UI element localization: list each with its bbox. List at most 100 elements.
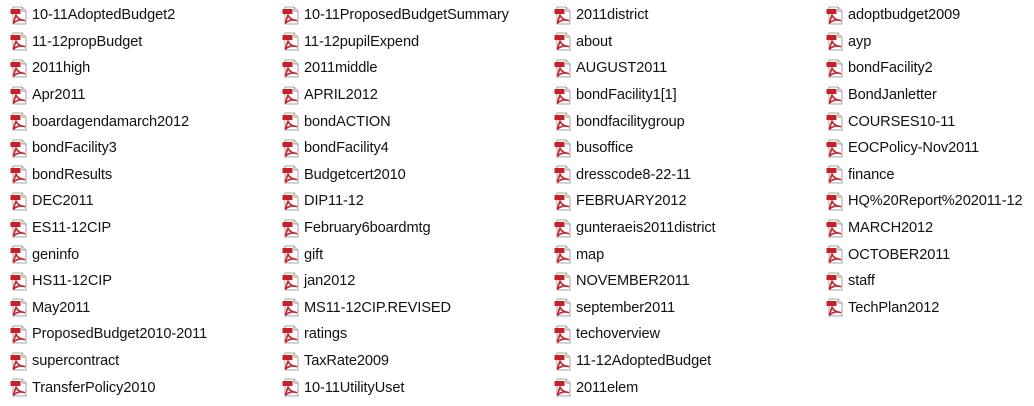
file-item[interactable]: TransferPolicy2010 — [10, 374, 282, 401]
file-name: AUGUST2011 — [576, 60, 668, 77]
file-item[interactable]: 10-11UtilityUset — [282, 374, 554, 401]
file-item[interactable]: OCTOBER2011 — [826, 241, 1030, 268]
file-item[interactable]: 2011district — [554, 2, 826, 29]
file-item[interactable]: gift — [282, 241, 554, 268]
file-name: about — [576, 33, 613, 50]
file-name: adoptbudget2009 — [848, 7, 961, 24]
file-name: FEBRUARY2012 — [576, 193, 687, 210]
pdf-file-icon — [10, 192, 27, 211]
pdf-file-icon — [554, 6, 571, 25]
pdf-file-icon — [554, 298, 571, 317]
file-item[interactable]: dresscode8-22-11 — [554, 162, 826, 189]
file-item[interactable]: ProposedBudget2010-2011 — [10, 321, 282, 348]
file-name: Apr2011 — [32, 87, 86, 104]
file-item[interactable]: ES11-12CIP — [10, 215, 282, 242]
file-item[interactable]: busoffice — [554, 135, 826, 162]
file-item[interactable]: May2011 — [10, 295, 282, 322]
file-item[interactable]: HQ%20Report%202011-12 — [826, 188, 1030, 215]
file-name: OCTOBER2011 — [848, 246, 951, 263]
file-item[interactable]: bondFacility1[1] — [554, 82, 826, 109]
file-item[interactable]: DIP11-12 — [282, 188, 554, 215]
pdf-file-icon — [282, 86, 299, 104]
pdf-file-icon — [282, 6, 299, 25]
file-item[interactable]: bondfacilitygroup — [554, 108, 826, 135]
file-item[interactable]: ratings — [282, 321, 554, 348]
file-item[interactable]: finance — [826, 162, 1030, 189]
file-item[interactable]: FEBRUARY2012 — [554, 188, 826, 215]
file-item[interactable]: MS11-12CIP.REVISED — [282, 295, 554, 322]
file-name: 11-12AdoptedBudget — [576, 353, 712, 370]
file-item[interactable]: Budgetcert2010 — [282, 162, 554, 189]
file-item[interactable]: adoptbudget2009 — [826, 2, 1030, 29]
file-item[interactable]: bondFacility3 — [10, 135, 282, 162]
file-item[interactable]: NOVEMBER2011 — [554, 268, 826, 295]
file-name: 2011high — [32, 60, 91, 77]
file-item[interactable]: 2011elem — [554, 374, 826, 401]
file-item[interactable]: bondFacility2 — [826, 55, 1030, 82]
file-name: busoffice — [576, 140, 634, 157]
file-item[interactable]: 11-12propBudget — [10, 29, 282, 56]
file-name: gift — [304, 246, 324, 263]
file-item[interactable]: DEC2011 — [10, 188, 282, 215]
pdf-file-icon — [10, 219, 27, 237]
file-item[interactable]: jan2012 — [282, 268, 554, 295]
file-name: DIP11-12 — [304, 193, 364, 210]
pdf-file-icon — [282, 352, 299, 370]
file-name: september2011 — [576, 299, 676, 316]
file-item[interactable]: 2011high — [10, 55, 282, 82]
file-item[interactable]: bondResults — [10, 162, 282, 189]
pdf-file-icon — [554, 245, 571, 264]
file-item[interactable]: bondACTION — [282, 108, 554, 135]
file-name: HS11-12CIP — [32, 273, 112, 290]
file-name: MARCH2012 — [848, 220, 934, 237]
file-item[interactable]: February6boardmtg — [282, 215, 554, 242]
file-name: BondJanletter — [848, 87, 937, 104]
file-name: bondFacility3 — [32, 140, 117, 157]
file-item[interactable]: 2011middle — [282, 55, 554, 82]
file-name: gunteraeis2011district — [576, 220, 716, 237]
file-item[interactable]: ayp — [826, 29, 1030, 56]
pdf-file-icon — [282, 59, 299, 78]
file-item[interactable]: HS11-12CIP — [10, 268, 282, 295]
pdf-file-icon — [10, 245, 27, 264]
file-name: 2011middle — [304, 60, 378, 77]
pdf-file-icon — [282, 245, 299, 264]
file-item[interactable]: bondFacility4 — [282, 135, 554, 162]
file-name: MS11-12CIP.REVISED — [304, 299, 451, 316]
file-name: 2011elem — [576, 379, 639, 396]
file-item[interactable]: AUGUST2011 — [554, 55, 826, 82]
file-item[interactable]: gunteraeis2011district — [554, 215, 826, 242]
file-item[interactable]: 10-11AdoptedBudget2 — [10, 2, 282, 29]
file-name: bondACTION — [304, 113, 391, 130]
file-item[interactable]: 10-11ProposedBudgetSummary — [282, 2, 554, 29]
pdf-file-icon — [10, 352, 27, 370]
file-item[interactable]: APRIL2012 — [282, 82, 554, 109]
pdf-file-icon — [826, 59, 843, 78]
file-item[interactable]: EOCPolicy-Nov2011 — [826, 135, 1030, 162]
file-item[interactable]: geninfo — [10, 241, 282, 268]
file-item[interactable]: staff — [826, 268, 1030, 295]
file-item[interactable]: supercontract — [10, 348, 282, 375]
file-item[interactable]: COURSES10-11 — [826, 108, 1030, 135]
file-name: boardagendamarch2012 — [32, 113, 190, 130]
pdf-file-icon — [554, 325, 571, 344]
file-name: bondFacility4 — [304, 140, 389, 157]
file-item[interactable]: boardagendamarch2012 — [10, 108, 282, 135]
file-item[interactable]: september2011 — [554, 295, 826, 322]
file-item[interactable]: BondJanletter — [826, 82, 1030, 109]
file-item[interactable]: TaxRate2009 — [282, 348, 554, 375]
file-item[interactable]: about — [554, 29, 826, 56]
file-item[interactable]: MARCH2012 — [826, 215, 1030, 242]
file-item[interactable]: map — [554, 241, 826, 268]
file-item[interactable]: 11-12pupilExpend — [282, 29, 554, 56]
pdf-file-icon — [282, 298, 299, 317]
file-item[interactable]: 11-12AdoptedBudget — [554, 348, 826, 375]
file-item[interactable]: Apr2011 — [10, 82, 282, 109]
file-item[interactable]: techoverview — [554, 321, 826, 348]
file-name: staff — [848, 273, 875, 290]
file-item[interactable]: TechPlan2012 — [826, 295, 1030, 322]
file-name: COURSES10-11 — [848, 113, 956, 130]
pdf-file-icon — [10, 272, 27, 291]
file-name: techoverview — [576, 326, 660, 343]
file-name: geninfo — [32, 246, 80, 263]
